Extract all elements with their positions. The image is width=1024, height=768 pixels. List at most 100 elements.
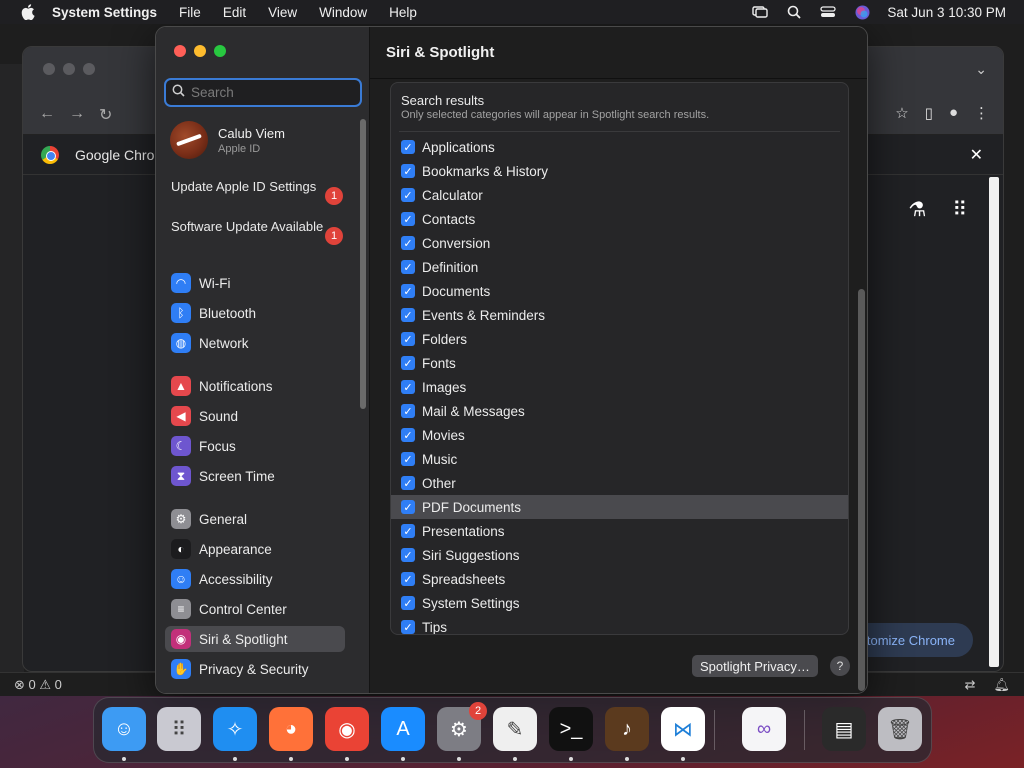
chrome-icon[interactable]: ◉ xyxy=(325,707,369,751)
sidebar-item-notifications[interactable]: ▲ Notifications xyxy=(165,373,345,399)
category-checkbox[interactable]: ✓ xyxy=(401,524,415,538)
category-checkbox[interactable]: ✓ xyxy=(401,164,415,178)
category-row[interactable]: ✓ Applications xyxy=(391,135,848,159)
menu-file[interactable]: File xyxy=(179,5,201,20)
category-checkbox[interactable]: ✓ xyxy=(401,428,415,442)
category-row[interactable]: ✓ System Settings xyxy=(391,591,848,615)
screen-mirroring-icon[interactable] xyxy=(751,5,769,19)
category-checkbox[interactable]: ✓ xyxy=(401,332,415,346)
notifications-bell-icon[interactable]: 🔔︎ xyxy=(993,677,1010,693)
minimize-window-button[interactable] xyxy=(194,45,206,57)
textedit-icon[interactable]: ✎ xyxy=(493,707,537,751)
category-checkbox[interactable]: ✓ xyxy=(401,404,415,418)
update-apple-id-notice[interactable]: Update Apple ID Settings 1 xyxy=(171,179,351,205)
content-scrollbar[interactable] xyxy=(858,289,865,691)
category-checkbox[interactable]: ✓ xyxy=(401,596,415,610)
category-row[interactable]: ✓ Presentations xyxy=(391,519,848,543)
sidebar-item-screen-time[interactable]: ⧗ Screen Time xyxy=(165,463,345,489)
trash-icon[interactable]: 🗑︎ xyxy=(878,707,922,751)
terminal-icon[interactable]: >_ xyxy=(549,707,593,751)
category-row[interactable]: ✓ Other xyxy=(391,471,848,495)
launchpad-icon[interactable]: ⠿ xyxy=(157,707,201,751)
category-row[interactable]: ✓ Spreadsheets xyxy=(391,567,848,591)
sidebar-item-appearance[interactable]: ◐ Appearance xyxy=(165,536,345,562)
forward-arrow-icon[interactable]: → xyxy=(69,105,85,125)
category-checkbox[interactable]: ✓ xyxy=(401,212,415,226)
category-row[interactable]: ✓ Conversion xyxy=(391,231,848,255)
category-row[interactable]: ✓ Folders xyxy=(391,327,848,351)
sidebar-item-sound[interactable]: ◀ Sound xyxy=(165,403,345,429)
category-checkbox[interactable]: ✓ xyxy=(401,572,415,586)
app-store-icon[interactable]: A xyxy=(381,707,425,751)
spotlight-search-icon[interactable] xyxy=(785,5,803,19)
settings-search-field[interactable] xyxy=(164,78,362,107)
close-icon[interactable]: ✕ xyxy=(970,145,983,165)
sidebar-item-privacy-security[interactable]: ✋ Privacy & Security xyxy=(165,656,345,682)
category-row[interactable]: ✓ Events & Reminders xyxy=(391,303,848,327)
more-menu-icon[interactable]: ⋮ xyxy=(974,104,989,122)
category-checkbox[interactable]: ✓ xyxy=(401,284,415,298)
sidebar-item-general[interactable]: ⚙ General xyxy=(165,506,345,532)
finder-icon[interactable]: ☺ xyxy=(102,707,146,751)
category-checkbox[interactable]: ✓ xyxy=(401,356,415,370)
category-row[interactable]: ✓ Definition xyxy=(391,255,848,279)
chevron-down-icon[interactable]: ⌄ xyxy=(975,61,987,78)
back-arrow-icon[interactable]: ← xyxy=(39,105,55,125)
category-checkbox[interactable]: ✓ xyxy=(401,236,415,250)
apple-id-profile[interactable]: Calub Viem Apple ID xyxy=(170,121,285,159)
category-checkbox[interactable]: ✓ xyxy=(401,140,415,154)
category-checkbox[interactable]: ✓ xyxy=(401,260,415,274)
sidebar-item-focus[interactable]: ☾ Focus xyxy=(165,433,345,459)
side-panel-icon[interactable]: ▯ xyxy=(925,104,933,122)
help-button[interactable]: ? xyxy=(830,656,850,676)
profile-icon[interactable]: ● xyxy=(949,104,958,122)
sidebar-item-siri-spotlight[interactable]: ◉ Siri & Spotlight xyxy=(165,626,345,652)
search-input[interactable] xyxy=(191,85,351,100)
category-checkbox[interactable]: ✓ xyxy=(401,548,415,562)
safari-icon[interactable]: ✧ xyxy=(213,707,257,751)
close-window-button[interactable] xyxy=(174,45,186,57)
firefox-icon[interactable]: ◕ xyxy=(269,707,313,751)
control-center-icon[interactable] xyxy=(819,5,837,19)
category-row[interactable]: ✓ Music xyxy=(391,447,848,471)
document-preview-icon[interactable]: ▤ xyxy=(822,707,866,751)
category-row[interactable]: ✓ Images xyxy=(391,375,848,399)
category-row[interactable]: ✓ Calculator xyxy=(391,183,848,207)
category-checkbox[interactable]: ✓ xyxy=(401,308,415,322)
menu-edit[interactable]: Edit xyxy=(223,5,246,20)
sidebar-item-network[interactable]: ◍ Network xyxy=(165,330,345,356)
live-share-icon[interactable]: ⇄ xyxy=(965,677,976,693)
category-checkbox[interactable]: ✓ xyxy=(401,380,415,394)
visual-studio-icon[interactable]: ∞ xyxy=(742,707,786,751)
category-row[interactable]: ✓ PDF Documents xyxy=(391,495,848,519)
category-row[interactable]: ✓ Mail & Messages xyxy=(391,399,848,423)
vscode-icon[interactable]: ⋈ xyxy=(661,707,705,751)
apple-menu-icon[interactable] xyxy=(18,4,38,20)
category-checkbox[interactable]: ✓ xyxy=(401,476,415,490)
menu-help[interactable]: Help xyxy=(389,5,417,20)
menu-view[interactable]: View xyxy=(268,5,297,20)
category-row[interactable]: ✓ Siri Suggestions xyxy=(391,543,848,567)
category-row[interactable]: ✓ Documents xyxy=(391,279,848,303)
menu-app-name[interactable]: System Settings xyxy=(52,5,157,20)
menu-window[interactable]: Window xyxy=(319,5,367,20)
category-checkbox[interactable]: ✓ xyxy=(401,500,415,514)
apps-grid-icon[interactable]: ⠿ xyxy=(952,197,967,222)
labs-flask-icon[interactable]: ⚗ xyxy=(908,197,926,222)
menu-clock[interactable]: Sat Jun 3 10:30 PM xyxy=(887,5,1006,20)
category-checkbox[interactable]: ✓ xyxy=(401,620,415,634)
sidebar-item-bluetooth[interactable]: ᛒ Bluetooth xyxy=(165,300,345,326)
chrome-scrollbar[interactable] xyxy=(989,177,999,667)
category-row[interactable]: ✓ Contacts xyxy=(391,207,848,231)
spotlight-privacy-button[interactable]: Spotlight Privacy… xyxy=(692,655,818,677)
category-row[interactable]: ✓ Tips xyxy=(391,615,848,634)
category-row[interactable]: ✓ Bookmarks & History xyxy=(391,159,848,183)
category-row[interactable]: ✓ Movies xyxy=(391,423,848,447)
bookmark-star-icon[interactable]: ☆ xyxy=(895,104,908,122)
garageband-icon[interactable]: ♪ xyxy=(605,707,649,751)
category-row[interactable]: ✓ Fonts xyxy=(391,351,848,375)
sidebar-item-control-center[interactable]: ≡ Control Center xyxy=(165,596,345,622)
siri-icon[interactable] xyxy=(853,5,871,19)
category-checkbox[interactable]: ✓ xyxy=(401,188,415,202)
zoom-window-button[interactable] xyxy=(214,45,226,57)
